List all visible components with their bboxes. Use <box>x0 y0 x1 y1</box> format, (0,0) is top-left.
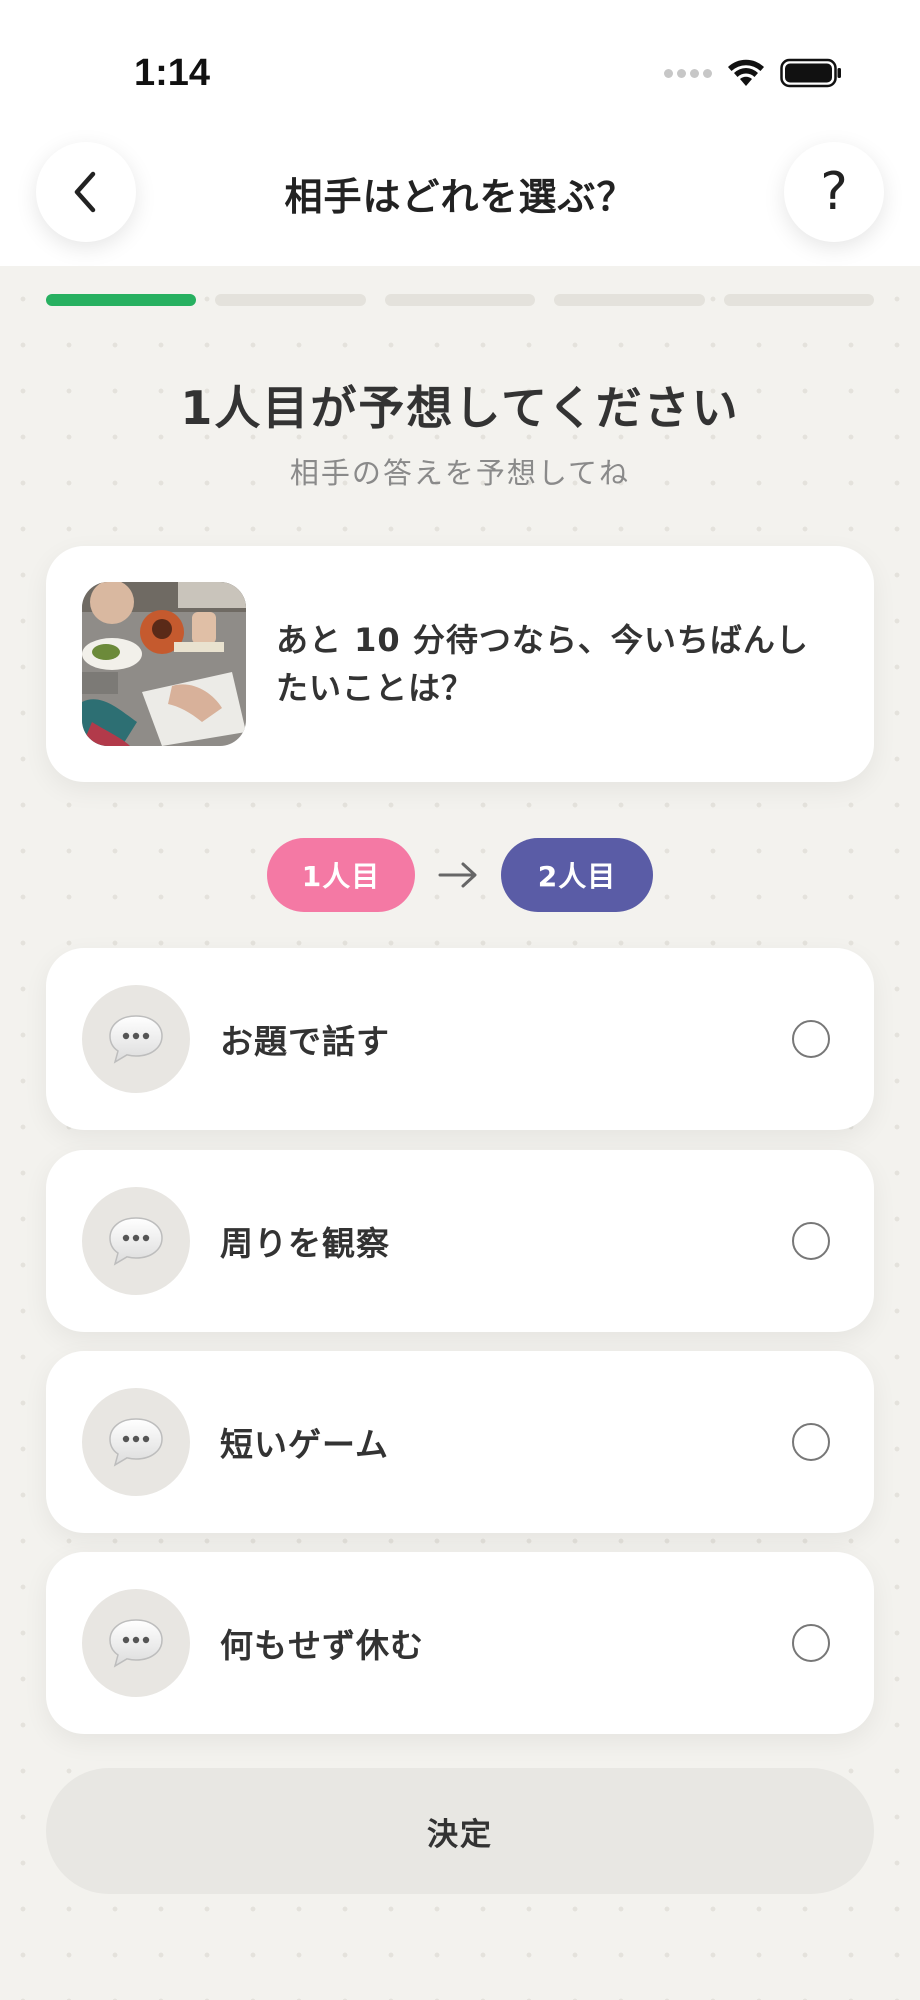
option-card[interactable]: 何もせず休む <box>46 1552 874 1734</box>
turn-indicator: 1人目 2人目 <box>0 838 920 912</box>
option-label: 周りを観察 <box>220 1224 390 1263</box>
speech-bubble-icon <box>109 1418 163 1467</box>
player-1-badge: 1人目 <box>267 838 415 912</box>
option-radio[interactable] <box>792 1020 830 1058</box>
back-button[interactable] <box>36 142 136 242</box>
player-2-badge: 2人目 <box>501 838 653 912</box>
instruction-subtitle: 相手の答えを予想してね <box>289 456 631 490</box>
option-radio[interactable] <box>792 1222 830 1260</box>
option-icon-circle <box>82 1589 190 1697</box>
question-mark-icon: ? <box>820 162 848 222</box>
status-icons <box>664 56 842 90</box>
question-text: あと 10 分待つなら、今いちばんしたいことは？ <box>276 621 809 707</box>
option-card[interactable]: 周りを観察 <box>46 1150 874 1332</box>
progress-segment <box>723 294 875 306</box>
chevron-left-icon <box>74 171 96 213</box>
cellular-signal-icon <box>664 68 712 78</box>
option-icon-circle <box>82 1388 190 1496</box>
option-card[interactable]: お題で話す <box>46 948 874 1130</box>
option-label: 何もせず休む <box>220 1626 424 1665</box>
progress-segment <box>384 294 536 306</box>
progress-segment <box>554 294 705 306</box>
question-photo <box>82 582 246 746</box>
help-button[interactable]: ? <box>784 142 884 242</box>
wifi-icon <box>728 59 764 86</box>
option-label: 短いゲーム <box>220 1425 390 1464</box>
option-radio[interactable] <box>792 1423 830 1461</box>
step-progress-bar <box>46 294 875 306</box>
speech-bubble-icon <box>109 1217 163 1266</box>
progress-segment <box>215 294 366 306</box>
status-time: 1:14 <box>134 52 211 94</box>
question-card: あと 10 分待つなら、今いちばんしたいことは？ <box>46 546 874 782</box>
arrow-right-icon <box>438 862 477 888</box>
option-icon-circle <box>82 985 190 1093</box>
option-card[interactable]: 短いゲーム <box>46 1351 874 1533</box>
battery-icon <box>780 58 841 88</box>
progress-segment <box>46 294 197 306</box>
option-label: お題で話す <box>220 1022 390 1061</box>
page-title: 相手はどれを選ぶ？ <box>284 175 636 219</box>
top-bar: 1:14 相手はどれを選ぶ？ ? <box>0 0 920 266</box>
option-radio[interactable] <box>792 1624 830 1662</box>
option-icon-circle <box>82 1187 190 1295</box>
instruction-heading: 1人目が予想してください <box>180 381 740 435</box>
speech-bubble-icon <box>109 1619 163 1668</box>
decide-button[interactable]: 決定 <box>46 1768 874 1894</box>
speech-bubble-icon <box>109 1015 163 1064</box>
